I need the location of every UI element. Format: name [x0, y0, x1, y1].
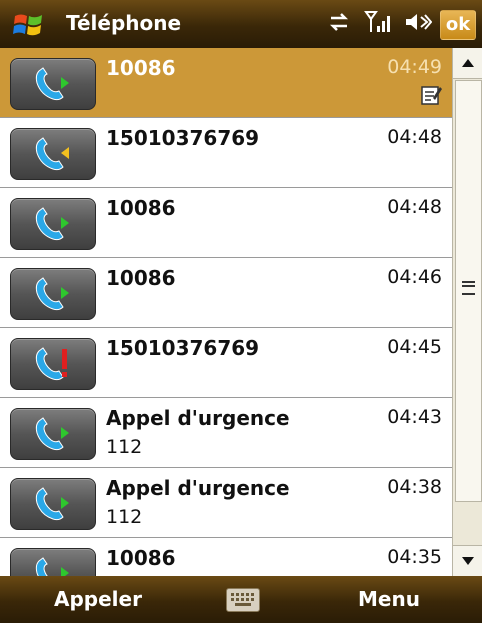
- call-button[interactable]: [10, 338, 96, 390]
- call-log-row[interactable]: 10086 04:49: [0, 48, 452, 118]
- caller-name: 10086: [106, 56, 176, 80]
- caller-name: 10086: [106, 196, 176, 220]
- call-softkey[interactable]: Appeler: [54, 587, 142, 611]
- call-log-row[interactable]: Appel d'urgence 112 04:38: [0, 468, 452, 538]
- call-time: 04:45: [387, 336, 442, 358]
- caller-name: 15010376769: [106, 126, 260, 150]
- scroll-thumb[interactable]: [455, 80, 482, 502]
- speaker-volume-icon[interactable]: [404, 11, 433, 37]
- caller-number: 112: [106, 436, 143, 458]
- call-log-list: 10086 04:49 15010376769 04:48 10086 04:48 1008…: [0, 48, 452, 576]
- call-button[interactable]: [10, 58, 96, 110]
- scroll-up-button[interactable]: [453, 48, 482, 79]
- scrollbar[interactable]: [452, 48, 482, 576]
- call-log-row[interactable]: 10086 04:46: [0, 258, 452, 328]
- caller-name: Appel d'urgence: [106, 406, 290, 430]
- call-log-row[interactable]: 15010376769 04:48: [0, 118, 452, 188]
- call-time: 04:48: [387, 196, 442, 218]
- signal-strength-icon[interactable]: [364, 10, 390, 38]
- call-button[interactable]: [10, 478, 96, 530]
- ok-button[interactable]: ok: [440, 10, 476, 40]
- call-time: 04:49: [387, 56, 442, 78]
- call-log-row[interactable]: 15010376769 04:45: [0, 328, 452, 398]
- keyboard-icon[interactable]: [226, 588, 260, 612]
- call-log-row[interactable]: 10086 04:48: [0, 188, 452, 258]
- windows-start-icon[interactable]: [12, 8, 46, 42]
- title-bar: Téléphone ok: [0, 0, 482, 48]
- call-button[interactable]: [10, 548, 96, 576]
- note-icon[interactable]: [420, 84, 442, 106]
- call-button[interactable]: [10, 198, 96, 250]
- scroll-grip-icon: [462, 281, 475, 295]
- caller-name: 10086: [106, 266, 176, 290]
- scroll-down-button[interactable]: [453, 545, 482, 576]
- caller-name: 10086: [106, 546, 176, 570]
- call-log-row[interactable]: Appel d'urgence 112 04:43: [0, 398, 452, 468]
- caller-number: 112: [106, 506, 143, 528]
- call-time: 04:35: [387, 546, 442, 568]
- call-button[interactable]: [10, 268, 96, 320]
- app-title: Téléphone: [66, 11, 182, 35]
- call-log-row[interactable]: 10086 04:35: [0, 538, 452, 576]
- softkey-bar: Appeler Menu: [0, 576, 482, 623]
- call-button[interactable]: [10, 128, 96, 180]
- menu-softkey[interactable]: Menu: [358, 587, 420, 611]
- call-time: 04:38: [387, 476, 442, 498]
- caller-name: 15010376769: [106, 336, 260, 360]
- call-time: 04:46: [387, 266, 442, 288]
- call-button[interactable]: [10, 408, 96, 460]
- call-time: 04:48: [387, 126, 442, 148]
- call-time: 04:43: [387, 406, 442, 428]
- caller-name: Appel d'urgence: [106, 476, 290, 500]
- sync-arrows-icon[interactable]: [328, 11, 350, 37]
